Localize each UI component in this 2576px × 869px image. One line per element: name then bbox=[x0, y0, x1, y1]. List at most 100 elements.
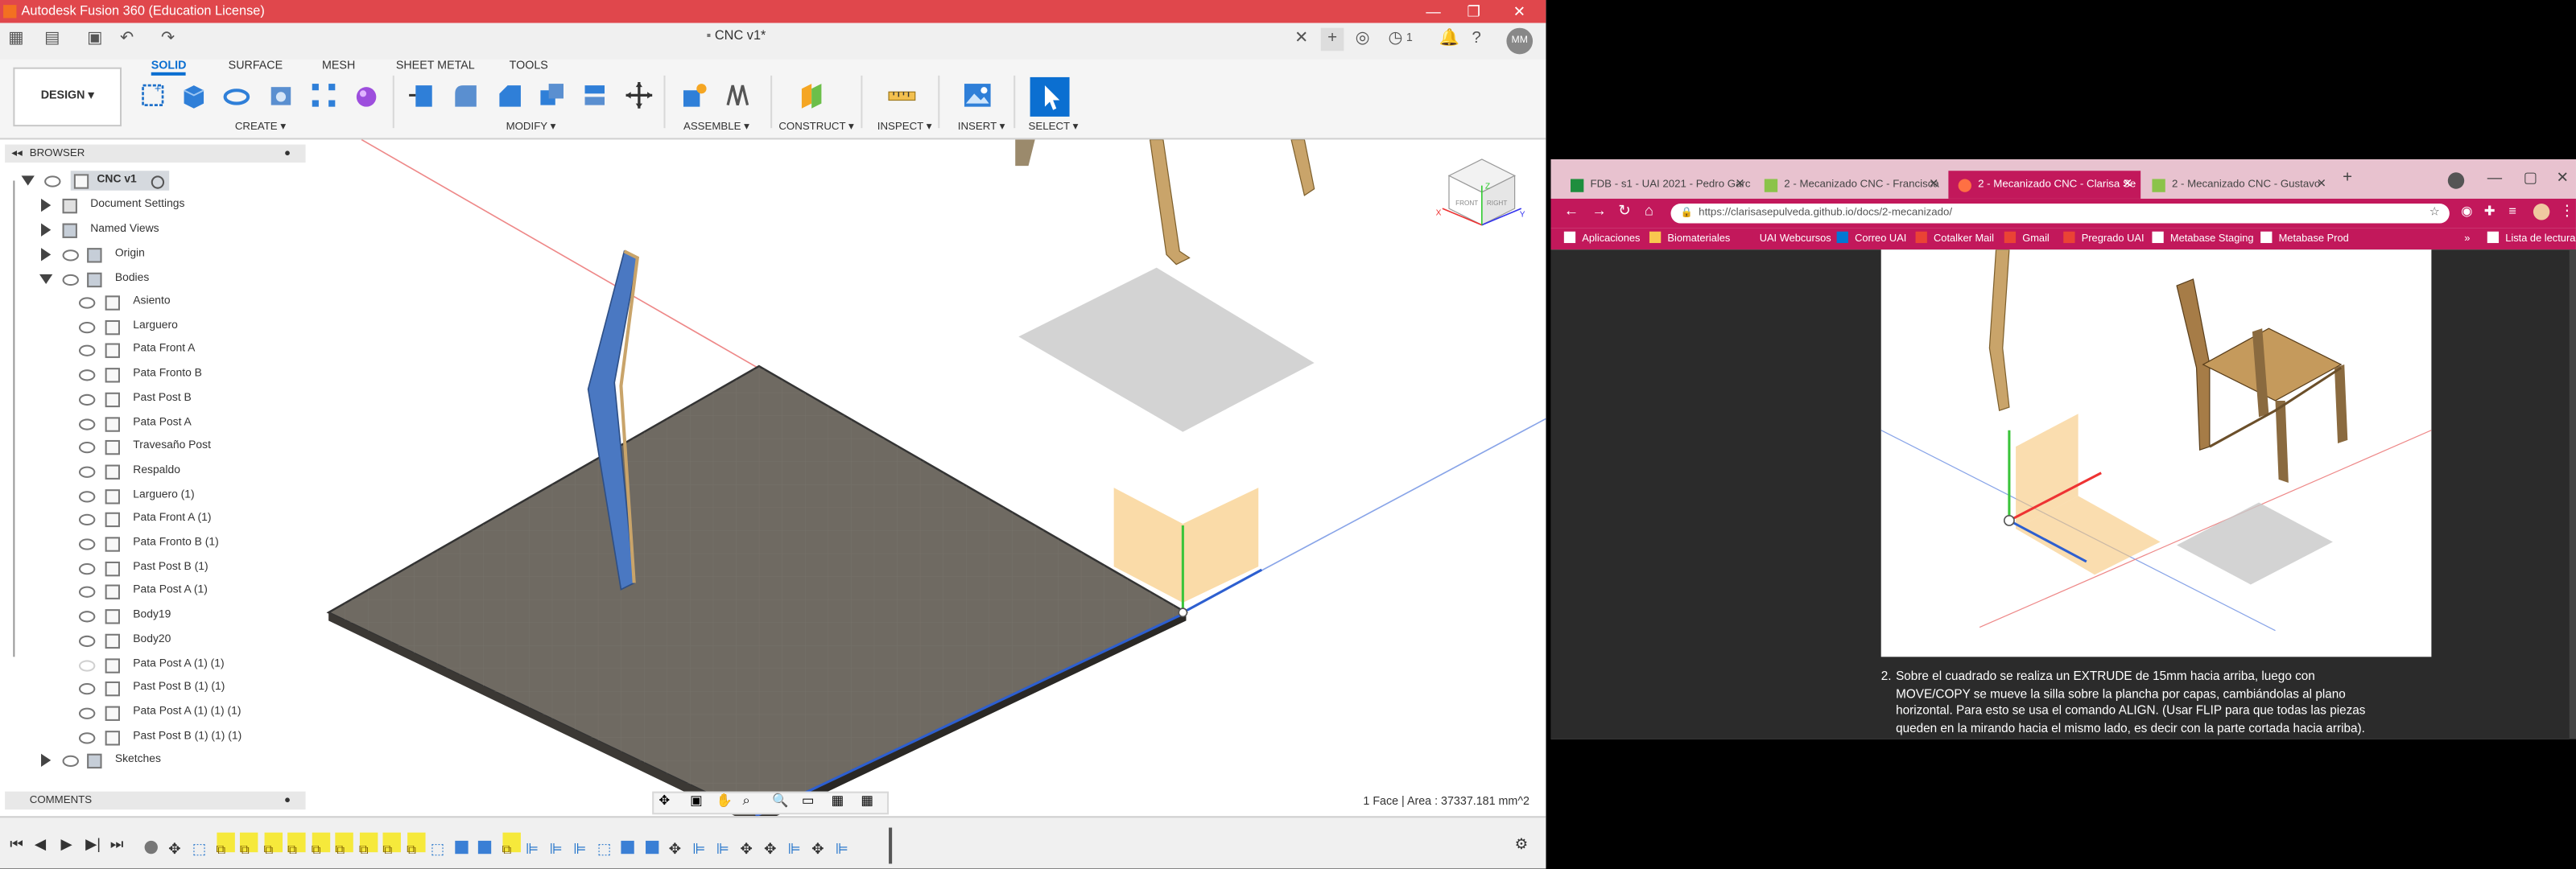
workspace-switcher[interactable]: DESIGN ▾ bbox=[13, 67, 122, 127]
extrude-icon[interactable] bbox=[179, 80, 208, 110]
orbit-icon[interactable]: ✥ bbox=[658, 793, 670, 808]
visibility-icon[interactable] bbox=[78, 466, 96, 478]
timeline-feature-move[interactable]: ✥ bbox=[669, 833, 687, 857]
extension-icon[interactable]: ◉ bbox=[2461, 204, 2472, 218]
visibility-icon[interactable] bbox=[62, 755, 79, 768]
bookmark-gmail[interactable]: Gmail bbox=[2004, 229, 2050, 250]
reload-icon[interactable]: ↻ bbox=[1618, 202, 1630, 220]
step-forward-icon[interactable]: ▶| bbox=[85, 836, 101, 854]
close-tab-icon[interactable]: ✕ bbox=[1929, 171, 1938, 199]
home-icon[interactable]: ⌂ bbox=[1645, 202, 1653, 218]
timeline-feature-hl[interactable]: ⧉ bbox=[358, 832, 378, 857]
tab-fdb[interactable]: FDB - s1 - UAI 2021 - Pedro Garc ✕ bbox=[1561, 171, 1753, 199]
extensions-icon[interactable]: ◎ bbox=[1356, 31, 1372, 47]
collapse-icon[interactable]: ◂◂ bbox=[11, 145, 22, 163]
tab-surface[interactable]: SURFACE bbox=[229, 61, 283, 72]
expand-icon[interactable] bbox=[41, 198, 52, 212]
tab-mesh[interactable]: MESH bbox=[322, 61, 355, 72]
timeline-feature-hl[interactable]: ⧉ bbox=[216, 832, 234, 857]
joint-icon[interactable] bbox=[723, 80, 753, 110]
visibility-icon[interactable] bbox=[78, 635, 96, 647]
visibility-icon[interactable] bbox=[78, 707, 96, 719]
timeline-feature-hl[interactable]: ⧉ bbox=[311, 832, 330, 857]
timeline-feature-move[interactable]: ✥ bbox=[811, 833, 829, 857]
minimize-icon[interactable]: — bbox=[2487, 169, 2502, 185]
assemble-menu[interactable]: ASSEMBLE ▾ bbox=[683, 120, 749, 133]
forward-icon[interactable]: → bbox=[1592, 202, 1607, 218]
form-icon[interactable] bbox=[352, 80, 382, 110]
timeline-feature-move[interactable]: ✥ bbox=[168, 833, 186, 857]
step-back-icon[interactable]: ◀ bbox=[35, 836, 46, 854]
revolve-icon[interactable] bbox=[222, 80, 252, 110]
timeline-feature-blue[interactable] bbox=[645, 833, 663, 855]
timeline-feature-hl[interactable]: ⧉ bbox=[287, 832, 306, 857]
visibility-icon[interactable] bbox=[62, 274, 79, 286]
shell-icon[interactable] bbox=[266, 80, 296, 110]
timeline-feature-sketch[interactable]: ⬚ bbox=[192, 833, 210, 857]
select-menu[interactable]: SELECT ▾ bbox=[1029, 120, 1079, 133]
file-menu-icon[interactable]: ▤ bbox=[44, 31, 60, 47]
close-tab-icon[interactable]: ✕ bbox=[2123, 171, 2132, 199]
document-tab[interactable]: ▪ CNC v1* bbox=[707, 28, 766, 43]
display-settings-icon[interactable]: ▭ bbox=[802, 793, 814, 808]
visibility-icon[interactable] bbox=[78, 538, 96, 550]
browser-header[interactable]: ◂◂ BROWSER ● bbox=[5, 144, 306, 163]
grid-settings-icon[interactable]: ▦ bbox=[832, 793, 844, 808]
chamfer-icon[interactable] bbox=[494, 80, 524, 110]
bookmark-star-icon[interactable]: ☆ bbox=[2429, 204, 2440, 223]
timeline-feature-blue[interactable] bbox=[621, 833, 638, 855]
timeline-feature-hl[interactable]: ⧉ bbox=[239, 832, 258, 857]
visibility-icon[interactable] bbox=[78, 393, 96, 406]
timeline-feature-align[interactable]: ⊫ bbox=[573, 833, 591, 857]
combine-icon[interactable] bbox=[537, 80, 567, 110]
profile-icon[interactable] bbox=[2447, 172, 2465, 189]
timeline-feature-hl[interactable]: ⧉ bbox=[407, 832, 425, 857]
viewports-icon[interactable]: ▦ bbox=[861, 793, 873, 808]
timeline-feature-align[interactable]: ⊫ bbox=[788, 833, 806, 857]
timeline-feature-align[interactable]: ⊫ bbox=[550, 833, 568, 857]
create-sketch-icon[interactable]: + bbox=[138, 80, 167, 110]
modify-menu[interactable]: MODIFY ▾ bbox=[506, 120, 556, 133]
save-icon[interactable]: ▣ bbox=[87, 31, 103, 47]
tab-solid[interactable]: SOLID bbox=[151, 61, 187, 76]
timeline-feature-hl[interactable]: ⧉ bbox=[382, 832, 401, 857]
back-icon[interactable]: ← bbox=[1564, 202, 1579, 218]
insert-menu[interactable]: INSERT ▾ bbox=[958, 120, 1005, 133]
new-tab-icon[interactable]: + bbox=[2343, 169, 2352, 187]
go-to-start-icon[interactable]: ⏮ bbox=[10, 836, 23, 854]
scrollbar[interactable] bbox=[2569, 249, 2576, 739]
reading-list[interactable]: Lista de lectura bbox=[2487, 229, 2575, 250]
look-at-icon[interactable]: ▣ bbox=[690, 793, 702, 808]
reading-list-icon[interactable]: ≡ bbox=[2508, 204, 2516, 218]
timeline-feature-align[interactable]: ⊫ bbox=[716, 833, 734, 857]
timeline-feature-blue[interactable] bbox=[477, 833, 496, 855]
visibility-icon[interactable] bbox=[78, 731, 96, 743]
new-tab-icon[interactable]: + bbox=[1320, 27, 1344, 51]
timeline-feature-hl[interactable]: ⧉ bbox=[263, 832, 282, 857]
visibility-icon[interactable] bbox=[78, 418, 96, 430]
new-component-icon[interactable] bbox=[679, 80, 708, 110]
bookmark-cotalker[interactable]: Cotalker Mail bbox=[1915, 229, 1994, 250]
pan-icon[interactable]: ✋ bbox=[716, 793, 733, 808]
press-pull-icon[interactable] bbox=[407, 80, 437, 110]
insert-image-icon[interactable] bbox=[963, 80, 993, 110]
browser-options-icon[interactable]: ● bbox=[284, 145, 291, 163]
bookmark-correo[interactable]: Correo UAI bbox=[1836, 229, 1906, 250]
visibility-icon[interactable] bbox=[78, 321, 96, 333]
timeline-feature-body[interactable] bbox=[144, 833, 163, 855]
zoom-window-icon[interactable]: 🔍 bbox=[772, 793, 788, 808]
zoom-icon[interactable]: ⌕ bbox=[742, 793, 749, 809]
avatar[interactable] bbox=[2533, 204, 2550, 220]
bookmark-apps[interactable]: Aplicaciones bbox=[1563, 229, 1640, 250]
split-body-icon[interactable] bbox=[580, 80, 609, 110]
select-tool[interactable] bbox=[1030, 76, 1070, 117]
tab-mecanizado-gustavo[interactable]: 2 - Mecanizado CNC - Gustavo ✕ bbox=[2142, 171, 2334, 199]
timeline-feature-hl[interactable]: ⧉ bbox=[335, 832, 353, 857]
timeline-feature-hl[interactable]: ⧉ bbox=[502, 832, 520, 857]
help-icon[interactable]: ? bbox=[1472, 31, 1488, 47]
expand-icon[interactable] bbox=[21, 175, 35, 186]
menu-icon[interactable]: ⋮ bbox=[2560, 202, 2574, 220]
url-field[interactable]: 🔒 https://clarisasepulveda.github.io/doc… bbox=[1670, 204, 2450, 224]
redo-icon[interactable]: ↷ bbox=[161, 31, 177, 47]
avatar[interactable]: MM bbox=[1506, 27, 1534, 55]
